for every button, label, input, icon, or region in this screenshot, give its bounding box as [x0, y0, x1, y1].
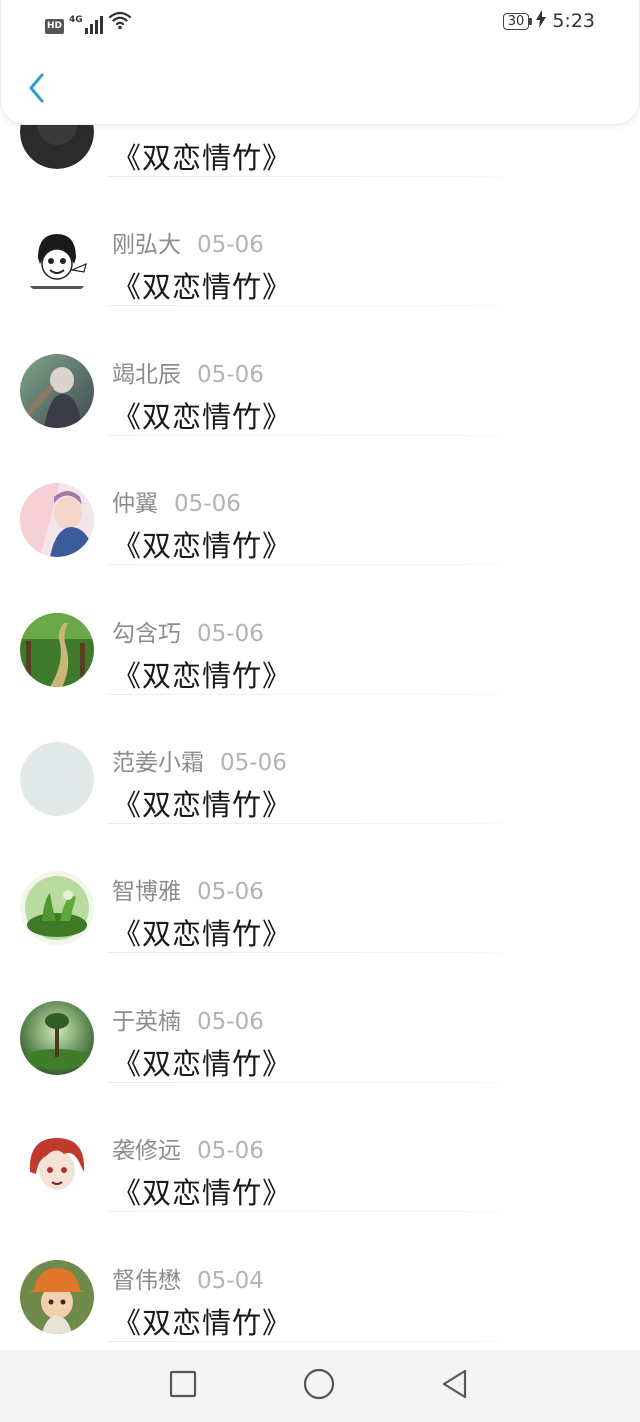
list-item[interactable]: 刚弘大 05-06 《双恋情竹》: [0, 176, 640, 307]
chevron-left-icon: [26, 72, 46, 108]
square-icon: [169, 1370, 197, 1402]
item-meta: 勾含巧 05-06: [112, 619, 264, 649]
avatar[interactable]: [20, 224, 94, 299]
avatar[interactable]: [20, 483, 94, 558]
user-name[interactable]: 袭修远: [112, 1138, 181, 1164]
list-item[interactable]: 竭北辰 05-06 《双恋情竹》: [0, 306, 640, 436]
home-button[interactable]: [303, 1368, 335, 1404]
user-name[interactable]: 督伟懋: [112, 1268, 181, 1294]
system-back-button[interactable]: [438, 1368, 470, 1404]
clock: 5:23: [552, 10, 595, 32]
item-meta: 仲翼 05-06: [112, 489, 241, 519]
avatar[interactable]: [20, 1000, 94, 1075]
user-name[interactable]: 勾含巧: [112, 621, 181, 647]
post-date: 05-06: [174, 491, 241, 518]
list-item[interactable]: 于英楠 05-06 《双恋情竹》: [0, 953, 640, 1083]
list-item[interactable]: 督伟懋 05-04 《双恋情竹》: [0, 1212, 640, 1342]
message-text: 《双恋情竹》: [112, 399, 293, 434]
message-text: 《双恋情竹》: [112, 270, 293, 305]
recent-apps-button[interactable]: [167, 1370, 199, 1402]
avatar[interactable]: [20, 871, 94, 946]
post-date: 05-04: [197, 1267, 264, 1294]
avatar[interactable]: [20, 741, 94, 816]
hd-badge: HD: [45, 19, 65, 34]
post-date: 05-06: [197, 1138, 264, 1165]
post-date: 05-06: [197, 879, 264, 906]
item-meta: 于英楠 05-06: [112, 1007, 264, 1037]
item-meta: 刚弘大 05-06: [112, 230, 264, 260]
list-item[interactable]: 袭修远 05-06 《双恋情竹》: [0, 1082, 640, 1213]
message-text: 《双恋情竹》: [112, 1176, 293, 1211]
message-text: 《双恋情竹》: [112, 787, 293, 822]
item-meta: 智博雅 05-06: [112, 877, 264, 907]
user-name[interactable]: 范姜小霜: [112, 750, 204, 776]
user-name[interactable]: 竭北辰: [112, 362, 181, 388]
battery-icon: 30: [502, 12, 533, 30]
battery-level: 30: [502, 12, 530, 30]
avatar[interactable]: [20, 1259, 94, 1334]
status-right: 30 5:23: [502, 10, 595, 32]
post-date: 05-06: [197, 232, 264, 259]
avatar[interactable]: [20, 1130, 94, 1205]
post-date: 05-06: [197, 620, 264, 647]
list-item[interactable]: 范姜小霜 05-06 《双恋情竹》: [0, 694, 640, 824]
charging-icon: [536, 10, 547, 32]
message-text: 《双恋情竹》: [112, 1046, 293, 1081]
list-item[interactable]: 智博雅 05-06 《双恋情竹》: [0, 823, 640, 954]
item-meta: 竭北辰 05-06: [112, 360, 264, 390]
message-text: 《双恋情竹》: [112, 141, 293, 175]
status-bar: HD 4G 30 5:23: [1, 0, 639, 44]
post-date: 05-06: [197, 361, 264, 388]
message-text: 《双恋情竹》: [112, 917, 293, 952]
avatar[interactable]: [20, 353, 94, 428]
status-left: HD 4G: [45, 10, 132, 34]
list-item[interactable]: 仲翼 05-06 《双恋情竹》: [0, 435, 640, 566]
network-type: 4G: [69, 15, 83, 25]
signal-icon: [84, 16, 103, 34]
comment-list: 《双恋情竹》 刚弘大 05-06 《双恋情竹》 竭北辰 05-06 《双恋情竹》…: [0, 47, 640, 1342]
avatar[interactable]: [20, 612, 94, 687]
wifi-icon: [108, 10, 132, 34]
message-text: 《双恋情竹》: [112, 529, 293, 564]
list-item[interactable]: 勾含巧 05-06 《双恋情竹》: [0, 565, 640, 695]
item-meta: 袭修远 05-06: [112, 1136, 264, 1166]
top-header: HD 4G 30 5:23: [0, 0, 640, 125]
item-meta: 范姜小霜 05-06: [112, 748, 287, 778]
system-nav-bar: [0, 1350, 640, 1422]
divider: [108, 1340, 528, 1342]
user-name[interactable]: 智博雅: [112, 879, 181, 905]
post-date: 05-06: [197, 1008, 264, 1035]
user-name[interactable]: 刚弘大: [112, 232, 181, 258]
comment-list-screen: 《双恋情竹》 刚弘大 05-06 《双恋情竹》 竭北辰 05-06 《双恋情竹》…: [0, 0, 640, 1422]
message-text: 《双恋情竹》: [112, 658, 293, 693]
post-date: 05-06: [220, 749, 287, 776]
message-text: 《双恋情竹》: [112, 1305, 293, 1340]
user-name[interactable]: 仲翼: [112, 491, 158, 517]
triangle-back-icon: [439, 1368, 469, 1404]
user-name[interactable]: 于英楠: [112, 1009, 181, 1035]
item-meta: 督伟懋 05-04: [112, 1266, 264, 1296]
back-button[interactable]: [21, 70, 51, 110]
circle-icon: [303, 1368, 335, 1404]
